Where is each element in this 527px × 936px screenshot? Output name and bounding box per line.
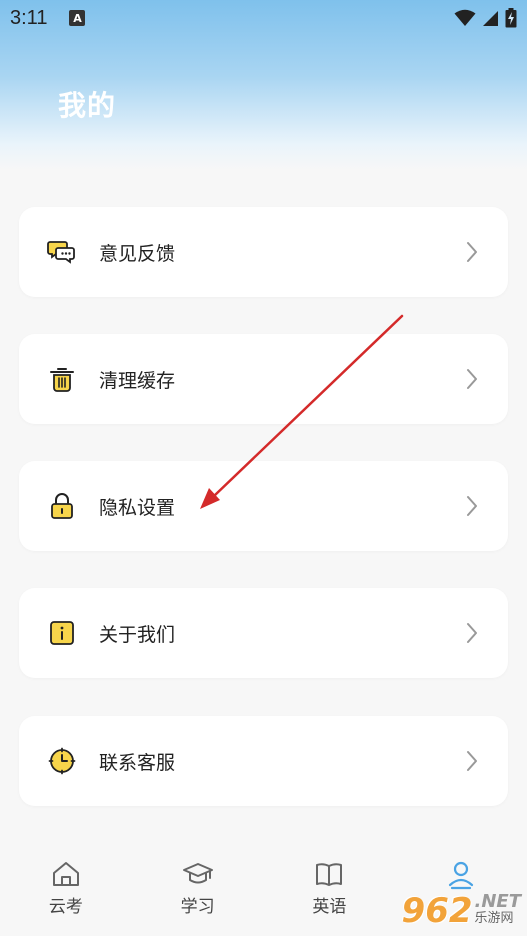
chevron-right-icon: [464, 494, 480, 518]
info-icon: [47, 618, 77, 648]
watermark: 962 .NET 乐游网: [401, 891, 521, 931]
menu-item-label: 关于我们: [99, 623, 176, 646]
menu-item-clear-cache[interactable]: 清理缓存: [19, 334, 508, 424]
chat-bubbles-icon: [47, 237, 77, 267]
menu-item-privacy-settings[interactable]: 隐私设置: [19, 461, 508, 551]
watermark-suffix: .NET: [474, 891, 521, 912]
status-bar: 3:11 A: [0, 0, 527, 36]
status-indicators: [454, 8, 517, 28]
menu-item-label: 联系客服: [99, 751, 176, 774]
menu-item-feedback[interactable]: 意见反馈: [19, 207, 508, 297]
tab-yunkao[interactable]: 云考: [0, 850, 132, 936]
chevron-right-icon: [464, 367, 480, 391]
cellular-signal-icon: [483, 10, 498, 26]
menu-item-about-us[interactable]: 关于我们: [19, 588, 508, 678]
graduation-cap-icon: [182, 863, 213, 884]
battery-charging-icon: [505, 8, 517, 28]
notification-icon: A: [69, 10, 86, 26]
user-icon: [449, 861, 474, 890]
trash-icon: [47, 364, 77, 394]
home-icon: [52, 862, 79, 886]
menu-item-label: 意见反馈: [99, 242, 176, 265]
tab-study[interactable]: 学习: [132, 850, 264, 936]
menu-item-label: 清理缓存: [99, 369, 176, 392]
watermark-number: 962: [401, 891, 473, 931]
menu-item-customer-service[interactable]: 联系客服: [19, 716, 508, 806]
book-icon: [316, 863, 343, 886]
tab-english[interactable]: 英语: [264, 850, 396, 936]
watermark-name: 乐游网: [474, 911, 514, 926]
chevron-right-icon: [464, 240, 480, 264]
chevron-right-icon: [464, 621, 480, 645]
menu-item-label: 隐私设置: [99, 496, 176, 519]
page-title: 我的: [58, 89, 117, 122]
chevron-right-icon: [464, 749, 480, 773]
tab-label: 英语: [312, 897, 347, 917]
status-time: 3:11: [10, 6, 48, 29]
wifi-icon: [454, 9, 476, 26]
lock-icon: [47, 491, 77, 521]
tab-label: 云考: [48, 897, 83, 917]
clock-icon: [47, 746, 77, 776]
tab-label: 学习: [180, 897, 215, 917]
